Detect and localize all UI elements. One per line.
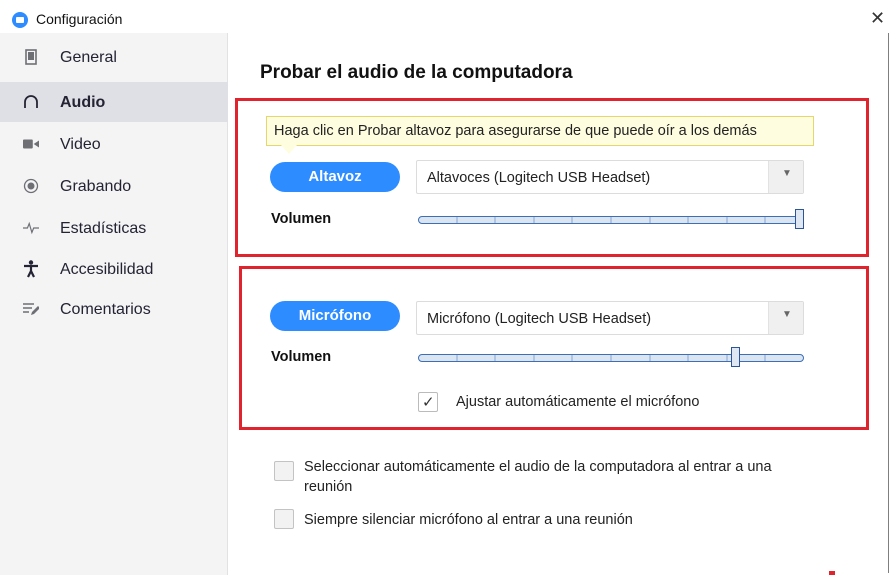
sidebar-item-label: Video [60, 136, 101, 153]
page-title: Probar el audio de la computadora [260, 62, 573, 83]
auto-adjust-mic-checkbox[interactable]: ✓ [418, 392, 438, 412]
microphone-volume-label: Volumen [271, 349, 332, 365]
slider-ticks [456, 217, 766, 223]
microphone-select-value: Micrófono (Logitech USB Headset) [427, 311, 652, 327]
headphones-icon [23, 93, 39, 111]
sidebar-item-general[interactable]: General [0, 37, 228, 77]
chevron-down-icon: ▼ [768, 161, 803, 193]
test-microphone-button[interactable]: Micrófono [270, 301, 400, 331]
speaker-select-value: Altavoces (Logitech USB Headset) [427, 170, 651, 186]
sidebar-item-accessibility[interactable]: Accesibilidad [0, 249, 228, 289]
statistics-icon [23, 219, 39, 237]
accessibility-icon [23, 260, 39, 278]
slider-ticks [456, 355, 766, 361]
speaker-volume-label: Volumen [271, 211, 332, 227]
highlight-mark [829, 571, 835, 575]
checkmark-icon: ✓ [422, 394, 435, 411]
sidebar-item-label: Accesibilidad [60, 261, 154, 278]
auto-join-audio-label: Seleccionar automáticamente el audio de … [304, 457, 772, 497]
window-title: Configuración [36, 11, 123, 27]
sidebar-item-label: Grabando [60, 178, 132, 195]
title-bar: Configuración ✕ [0, 0, 891, 33]
speaker-select[interactable]: Altavoces (Logitech USB Headset) ▼ [416, 160, 804, 194]
feedback-icon [23, 300, 39, 318]
sidebar-item-statistics[interactable]: Estadísticas [0, 208, 228, 248]
auto-join-audio-label-line1: Seleccionar automáticamente el audio de … [304, 459, 772, 475]
sidebar-item-label: Comentarios [60, 301, 151, 318]
record-icon [23, 177, 39, 195]
video-camera-icon [23, 135, 39, 153]
sidebar-item-label: General [60, 49, 117, 66]
sidebar-item-audio[interactable]: Audio [0, 82, 228, 122]
speaker-volume-thumb[interactable] [795, 209, 804, 229]
auto-join-audio-label-line2: reunión [304, 479, 353, 495]
auto-join-audio-checkbox[interactable] [274, 461, 294, 481]
zoom-app-icon [12, 12, 28, 28]
mute-on-join-checkbox[interactable] [274, 509, 294, 529]
settings-sidebar: General Audio Video Grabando Estadística… [0, 33, 228, 575]
close-icon[interactable]: ✕ [870, 9, 885, 27]
chevron-down-icon: ▼ [768, 302, 803, 334]
general-icon [23, 48, 39, 66]
microphone-volume-slider[interactable] [418, 347, 804, 367]
test-speaker-button[interactable]: Altavoz [270, 162, 400, 192]
microphone-volume-thumb[interactable] [731, 347, 740, 367]
microphone-select[interactable]: Micrófono (Logitech USB Headset) ▼ [416, 301, 804, 335]
sidebar-item-feedback[interactable]: Comentarios [0, 289, 228, 329]
speaker-test-tooltip: Haga clic en Probar altavoz para asegura… [266, 116, 814, 154]
speaker-volume-slider[interactable] [418, 209, 804, 229]
sidebar-item-video[interactable]: Video [0, 124, 228, 164]
sidebar-item-label: Estadísticas [60, 220, 147, 237]
sidebar-item-recording[interactable]: Grabando [0, 166, 228, 206]
sidebar-item-label: Audio [60, 94, 106, 111]
audio-settings-panel: Probar el audio de la computadora Haga c… [229, 33, 889, 575]
auto-adjust-mic-label: Ajustar automáticamente el micrófono [456, 394, 700, 410]
mute-on-join-label: Siempre silenciar micrófono al entrar a … [304, 512, 633, 528]
